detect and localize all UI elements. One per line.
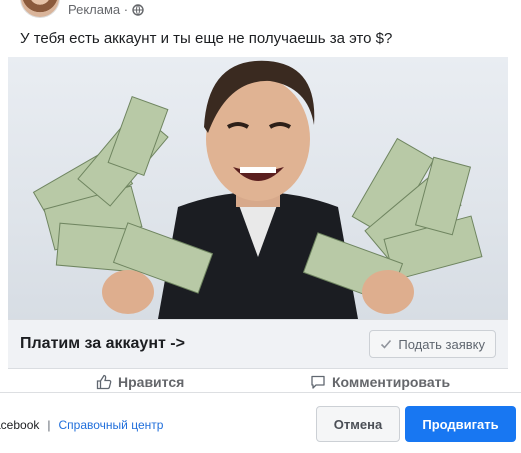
globe-icon — [132, 3, 144, 16]
like-button[interactable]: Нравится — [96, 374, 184, 390]
advertiser-avatar[interactable] — [20, 0, 60, 18]
sponsored-meta: Реклама · — [68, 2, 144, 17]
cancel-button[interactable]: Отмена — [316, 406, 400, 442]
footer-links: acebook | Справочный центр — [0, 418, 163, 432]
comment-icon — [311, 375, 325, 389]
cta-title[interactable]: Платим за аккаунт -> — [20, 335, 185, 353]
like-label: Нравится — [118, 374, 185, 390]
comment-button[interactable]: Комментировать — [310, 374, 450, 390]
promote-button[interactable]: Продвигать — [405, 406, 516, 442]
apply-button-label: Подать заявку — [398, 336, 485, 352]
comment-label: Комментировать — [332, 374, 451, 390]
sponsored-label: Реклама · — [68, 2, 129, 17]
post-actions: Нравится Комментировать — [8, 372, 508, 394]
apply-button[interactable]: Подать заявку — [369, 330, 496, 358]
man-with-money-image — [32, 60, 483, 319]
thumbs-up-icon — [96, 374, 112, 390]
check-icon — [381, 339, 392, 349]
dialog-footer: acebook | Справочный центр Отмена Продви… — [0, 392, 521, 453]
ad-image[interactable] — [8, 57, 508, 319]
footer-separator: | — [47, 418, 51, 432]
ad-post: Реклама · У тебя есть аккаунт и ты еще н… — [8, 0, 508, 392]
cta-bar[interactable]: Платим за аккаунт -> Подать заявку — [8, 319, 508, 369]
post-text: У тебя есть аккаунт и ты еще не получаеш… — [20, 30, 393, 47]
facebook-link[interactable]: acebook — [0, 418, 39, 432]
help-center-link[interactable]: Справочный центр — [59, 418, 164, 432]
